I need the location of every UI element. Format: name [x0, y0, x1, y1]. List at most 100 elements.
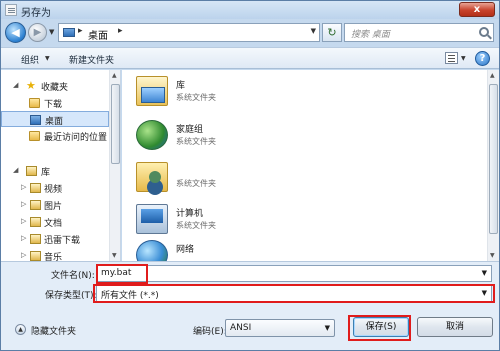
- filetype-highlight: [93, 284, 495, 303]
- encoding-value[interactable]: ANSI: [230, 323, 251, 333]
- desktop-icon: [63, 28, 75, 37]
- chevron-down-icon[interactable]: ▼: [482, 269, 487, 277]
- scroll-up-icon[interactable]: ▲: [112, 72, 117, 79]
- chevron-down-icon[interactable]: ▼: [461, 55, 466, 62]
- user-folder-icon: [136, 162, 168, 192]
- scroll-up-icon[interactable]: ▲: [490, 72, 495, 79]
- organize-menu[interactable]: 组织: [21, 53, 39, 66]
- scrollbar-thumb[interactable]: [111, 84, 120, 164]
- recent-pages-dropdown[interactable]: ▼: [49, 28, 54, 36]
- file-list-scrollbar[interactable]: ▲ ▼: [487, 70, 499, 261]
- new-folder-button[interactable]: 新建文件夹: [69, 53, 114, 66]
- hide-folders-label[interactable]: 隐藏文件夹: [31, 324, 76, 337]
- collapsed-arrow-icon[interactable]: ▷: [21, 234, 26, 242]
- homegroup-icon: [136, 120, 168, 150]
- sidebar-item-recent-places[interactable]: 最近访问的位置: [1, 128, 109, 144]
- sidebar-item-label: 迅雷下载: [44, 236, 81, 246]
- save-form: 文件名(N): my.bat ▼ 保存类型(T): 所有文件 (*.*) ▼ ▲…: [1, 261, 499, 350]
- breadcrumb-separator[interactable]: ▸: [118, 26, 123, 36]
- cancel-button[interactable]: 取消: [417, 317, 493, 337]
- sidebar-item-pictures[interactable]: ▷ 图片: [1, 197, 109, 213]
- documents-library-icon: [30, 217, 41, 227]
- forward-button[interactable]: ▶: [28, 23, 47, 42]
- network-icon: [136, 240, 168, 261]
- encoding-label: 编码(E):: [193, 327, 227, 337]
- breadcrumb-separator[interactable]: ▸: [78, 26, 83, 36]
- list-item[interactable]: 家庭组 系统文件夹: [136, 118, 336, 154]
- scroll-down-icon[interactable]: ▼: [490, 252, 495, 259]
- sidebar-item-xunlei-downloads[interactable]: ▷ 迅雷下载: [1, 231, 109, 247]
- address-bar[interactable]: ▸ 桌面 ▸ ▼: [58, 23, 320, 42]
- list-item[interactable]: 计算机 系统文件夹: [136, 202, 336, 238]
- command-toolbar: 组织 ▼ 新建文件夹 ▼ ?: [1, 47, 499, 69]
- filename-label: 文件名(N):: [51, 271, 95, 281]
- title-bar[interactable]: 另存为 x: [1, 1, 499, 19]
- search-input[interactable]: 搜索 桌面: [351, 27, 390, 40]
- filename-field[interactable]: my.bat ▼: [96, 265, 492, 282]
- file-type: 系统文件夹: [176, 137, 216, 146]
- save-highlight: [348, 315, 411, 341]
- file-list: 库 系统文件夹 家庭组 系统文件夹 系统文件夹 计算机 系统文件夹 网络 ▲ ▼: [122, 70, 499, 261]
- music-library-icon: [30, 251, 41, 261]
- expanded-arrow-icon[interactable]: ◢: [13, 81, 18, 89]
- collapsed-arrow-icon[interactable]: ▷: [21, 217, 26, 225]
- sidebar-item-desktop[interactable]: 桌面: [1, 111, 109, 127]
- file-name: 家庭组: [176, 125, 204, 135]
- file-name: 计算机: [176, 209, 204, 219]
- filetype-label: 保存类型(T):: [45, 291, 97, 301]
- expanded-arrow-icon[interactable]: ◢: [13, 166, 18, 174]
- navigation-pane: ◢ ★ 收藏夹 下载 桌面 最近访问的位置 ◢ 库 ▷ 视频 ▷ 图片 ▷ 文档…: [1, 70, 121, 261]
- list-item[interactable]: 系统文件夹: [136, 160, 336, 196]
- sidebar-item-label: 库: [41, 168, 51, 178]
- file-name: 网络: [176, 245, 195, 255]
- sidebar-item-videos[interactable]: ▷ 视频: [1, 180, 109, 196]
- star-icon: ★: [26, 79, 36, 92]
- notepad-icon: [5, 4, 17, 16]
- sidebar-item-label: 文档: [44, 219, 63, 229]
- collapsed-arrow-icon[interactable]: ▷: [21, 183, 26, 191]
- chevron-down-icon[interactable]: ▼: [45, 55, 50, 62]
- sidebar-item-label: 音乐: [44, 253, 63, 261]
- close-button[interactable]: x: [459, 2, 495, 17]
- chevron-up-icon[interactable]: ▲: [15, 324, 26, 335]
- file-type: 系统文件夹: [176, 93, 216, 102]
- search-box[interactable]: 搜索 桌面: [344, 23, 494, 42]
- window-title: 另存为: [21, 8, 51, 19]
- xunlei-download-icon: [30, 234, 41, 244]
- sidebar-item-libraries[interactable]: ◢ 库: [1, 163, 109, 179]
- sidebar-item-documents[interactable]: ▷ 文档: [1, 214, 109, 230]
- sidebar-item-music[interactable]: ▷ 音乐: [1, 248, 109, 261]
- sidebar-item-label: 图片: [44, 202, 63, 212]
- list-item[interactable]: 库 系统文件夹: [136, 74, 336, 110]
- chevron-down-icon[interactable]: ▼: [325, 324, 330, 332]
- list-item[interactable]: 网络: [136, 238, 336, 261]
- download-folder-icon: [29, 98, 40, 108]
- refresh-button[interactable]: ↻: [322, 23, 342, 42]
- address-row: ◀ ▶ ▼ ▸ 桌面 ▸ ▼ ↻ 搜索 桌面: [1, 20, 499, 46]
- save-as-dialog: 另存为 x ◀ ▶ ▼ ▸ 桌面 ▸ ▼ ↻ 搜索 桌面 组织 ▼ 新建文件夹 …: [0, 0, 500, 351]
- scroll-down-icon[interactable]: ▼: [112, 252, 117, 259]
- search-icon[interactable]: [479, 27, 489, 37]
- collapsed-arrow-icon[interactable]: ▷: [21, 251, 26, 259]
- desktop-icon: [30, 115, 41, 125]
- sidebar-item-label: 桌面: [45, 117, 64, 127]
- sidebar-item-favorites[interactable]: ◢ ★ 收藏夹: [1, 78, 109, 94]
- sidebar-item-label: 视频: [44, 185, 63, 195]
- file-type: 系统文件夹: [176, 221, 216, 230]
- recent-places-icon: [29, 131, 40, 141]
- scrollbar-thumb[interactable]: [489, 84, 498, 234]
- sidebar-item-downloads[interactable]: 下载: [1, 95, 109, 111]
- file-name: 库: [176, 81, 186, 91]
- back-button[interactable]: ◀: [5, 22, 26, 43]
- library-icon: [136, 76, 168, 106]
- encoding-select[interactable]: ANSI ▼: [225, 319, 335, 337]
- breadcrumb-desktop[interactable]: 桌面: [88, 27, 108, 42]
- help-icon[interactable]: ?: [475, 51, 490, 66]
- collapsed-arrow-icon[interactable]: ▷: [21, 200, 26, 208]
- view-options-icon[interactable]: [445, 52, 458, 64]
- pictures-library-icon: [30, 200, 41, 210]
- address-dropdown[interactable]: ▼: [311, 27, 316, 35]
- filename-highlight: [96, 264, 148, 284]
- computer-icon: [136, 204, 168, 234]
- navigation-scrollbar[interactable]: ▲ ▼: [109, 70, 120, 261]
